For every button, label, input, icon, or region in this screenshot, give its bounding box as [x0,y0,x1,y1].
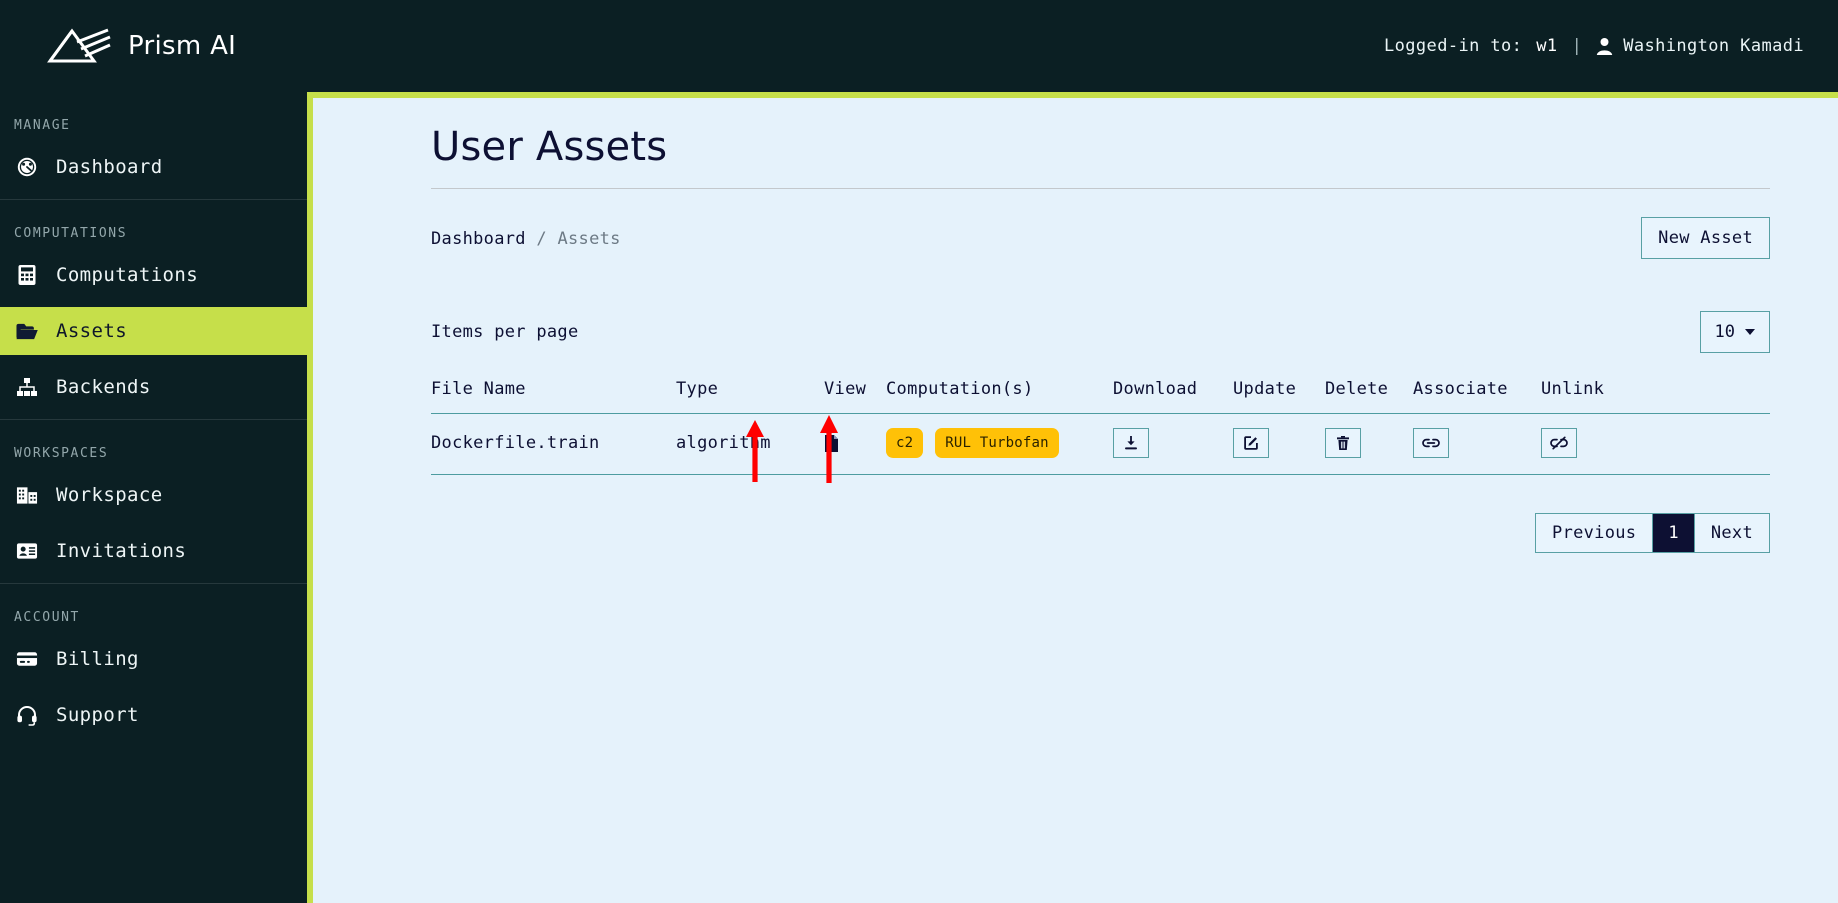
column-header-download: Download [1113,379,1198,399]
assets-table: File Name Type View Computation(s) Downl… [431,379,1770,475]
update-button[interactable] [1233,428,1269,458]
calculator-icon [16,264,38,286]
associate-button[interactable] [1413,428,1449,458]
arrow-pointing-to-rul-turbofan-badge [818,415,840,483]
table-header-row: File Name Type View Computation(s) Downl… [431,379,1770,414]
download-icon [1123,435,1139,451]
next-page-button[interactable]: Next [1693,514,1769,552]
sidebar-caption-manage: MANAGE [14,118,71,133]
sidebar-item-invitations[interactable]: Invitations [0,527,307,575]
breadcrumb-separator: / [536,229,547,249]
arrow-pointing-to-c2-badge [744,420,766,482]
column-header-type: Type [676,379,719,399]
building-icon [16,484,38,506]
sidebar-item-assets[interactable]: Assets [0,307,307,355]
sidebar-item-label: Support [56,704,139,726]
table-head: File Name Type View Computation(s) Downl… [431,379,1770,414]
assets-table-wrap: File Name Type View Computation(s) Downl… [313,353,1838,483]
sitemap-icon [16,376,38,398]
breadcrumb: Dashboard / Assets [431,217,621,249]
sidebar-caption-computations: COMPUTATIONS [14,226,128,241]
credit-card-icon [16,648,38,670]
column-header-unlink: Unlink [1541,379,1605,399]
pagination-row: Previous 1 Next [313,475,1838,553]
computation-badge-c2[interactable]: c2 [886,428,924,458]
sidebar-item-label: Invitations [56,540,187,562]
column-header-delete: Delete [1325,379,1389,399]
new-asset-button[interactable]: New Asset [1641,217,1770,259]
breadcrumb-dashboard[interactable]: Dashboard [431,229,526,249]
column-header-computations: Computation(s) [886,379,1034,399]
cell-computations: c2 RUL Turbofan [886,414,1113,475]
cell-update [1233,414,1325,475]
trash-icon [1336,435,1350,451]
top-header: Prism AI Logged-in to: w1 | Washington K… [0,0,1838,92]
sidebar-item-backends[interactable]: Backends [0,363,307,411]
sidebar-section-computations: COMPUTATIONS Computations Assets Backend… [0,199,307,411]
sidebar-section-account: ACCOUNT Billing Support [0,583,307,739]
cell-file-name: Dockerfile.train [431,433,600,453]
breadcrumb-current: Assets [557,229,621,249]
brand-name: Prism AI [128,31,237,61]
cell-unlink [1541,414,1770,475]
pagination: Previous 1 Next [1535,513,1770,553]
sidebar-item-label: Workspace [56,484,163,506]
user-icon [1596,37,1613,55]
items-per-page-row: Items per page 10 [313,259,1838,353]
table-body: Dockerfile.train algorithm c2 RUL Turbof… [431,414,1770,475]
user-menu[interactable]: Washington Kamadi [1596,36,1804,56]
sidebar-item-computations[interactable]: Computations [0,251,307,299]
unlink-button[interactable] [1541,428,1577,458]
brand[interactable]: Prism AI [44,25,236,67]
breadcrumb-row: Dashboard / Assets New Asset [313,189,1838,259]
sidebar-caption-account: ACCOUNT [14,610,80,625]
sidebar-item-label: Billing [56,648,139,670]
cell-delete [1325,414,1413,475]
link-icon [1422,435,1440,451]
table-row: Dockerfile.train algorithm c2 RUL Turbof… [431,414,1770,475]
column-header-file-name: File Name [431,379,526,399]
items-per-page-select[interactable]: 10 [1699,311,1770,353]
download-button[interactable] [1113,428,1149,458]
column-header-associate: Associate [1413,379,1508,399]
sidebar-item-label: Backends [56,376,151,398]
sidebar-item-label: Assets [56,320,128,342]
cell-associate [1413,414,1541,475]
header-separator: | [1571,36,1583,56]
sidebar-section-workspaces: WORKSPACES Workspace Invitations [0,419,307,575]
user-name: Washington Kamadi [1623,36,1804,56]
delete-button[interactable] [1325,428,1361,458]
sidebar-section-manage: MANAGE Dashboard [0,92,307,191]
unlink-icon [1550,435,1568,451]
header-right: Logged-in to: w1 | Washington Kamadi [1384,36,1804,56]
main-content: User Assets Dashboard / Assets New Asset… [307,92,1838,903]
sidebar: MANAGE Dashboard COMPUTATIONS Computatio… [0,92,307,903]
id-card-icon [16,540,38,562]
page-title: User Assets [431,124,668,170]
sidebar-item-workspace[interactable]: Workspace [0,471,307,519]
column-header-view: View [824,379,867,399]
sidebar-item-label: Computations [56,264,199,286]
page-number-button[interactable]: 1 [1652,514,1694,552]
previous-page-button[interactable]: Previous [1536,514,1653,552]
headset-icon [16,704,38,726]
sidebar-item-support[interactable]: Support [0,691,307,739]
dashboard-gauge-icon [16,156,38,178]
column-header-update: Update [1233,379,1297,399]
sidebar-item-billing[interactable]: Billing [0,635,307,683]
sidebar-item-dashboard[interactable]: Dashboard [0,143,307,191]
items-per-page-label: Items per page [431,322,579,342]
items-per-page-value: 10 [1714,322,1735,342]
current-workspace[interactable]: w1 [1536,36,1557,56]
computation-badges: c2 RUL Turbofan [886,428,1113,458]
folder-icon [16,320,38,342]
cell-download [1113,414,1233,475]
sidebar-caption-workspaces: WORKSPACES [14,446,109,461]
computation-badge-rul-turbofan[interactable]: RUL Turbofan [935,428,1059,458]
sidebar-item-label: Dashboard [56,156,163,178]
chevron-down-icon [1745,329,1755,335]
prism-logo-icon [44,25,112,67]
logged-in-label: Logged-in to: [1384,36,1523,56]
edit-pencil-icon [1243,435,1259,451]
